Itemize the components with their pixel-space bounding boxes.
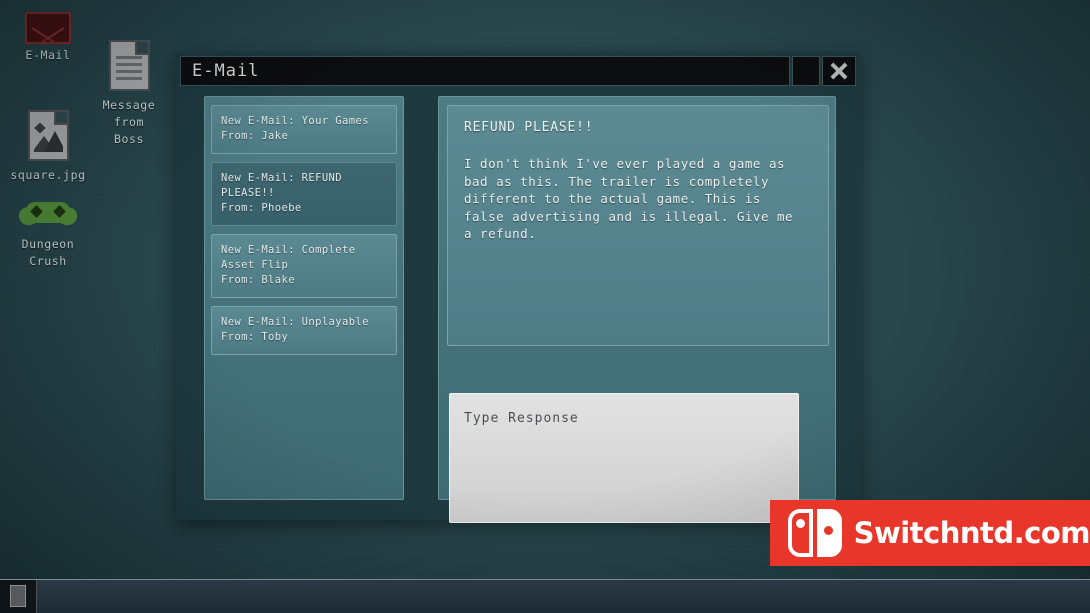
- nintendo-switch-logo-icon: [788, 509, 842, 557]
- window-title-field: E-Mail: [180, 56, 790, 86]
- mail-reader-panel: REFUND PLEASE!! I don't think I've ever …: [438, 96, 836, 523]
- mail-sender: From: Blake: [221, 274, 295, 286]
- mail-sender: From: Toby: [221, 331, 289, 343]
- response-placeholder: Type Response: [464, 411, 579, 426]
- list-item[interactable]: New E-Mail: REFUND PLEASE!! From: Phoebe: [211, 162, 397, 226]
- mail-reader-body: I don't think I've ever played a game as…: [464, 156, 802, 241]
- mail-list-panel: New E-Mail: Your Games From: Jake New E-…: [204, 96, 404, 500]
- mail-reader-subject: REFUND PLEASE!!: [464, 120, 594, 135]
- watermark-banner: Switchntd.com: [770, 500, 1090, 566]
- start-button[interactable]: [0, 580, 37, 613]
- mail-subject: New E-Mail: Unplayable: [221, 316, 369, 328]
- desktop-icon-dungeon-crush[interactable]: Dungeon Crush: [0, 198, 96, 270]
- watermark-text: Switchntd.com: [853, 516, 1090, 550]
- mail-reader-content: REFUND PLEASE!! I don't think I've ever …: [447, 105, 829, 346]
- window-titlebar[interactable]: E-Mail: [180, 56, 856, 86]
- taskbar: [0, 579, 1090, 613]
- close-icon[interactable]: [822, 56, 856, 86]
- start-icon: [10, 585, 26, 607]
- gamepad-icon: [17, 198, 79, 228]
- image-file-icon: [29, 112, 67, 159]
- mail-sender: From: Phoebe: [221, 202, 302, 214]
- list-item[interactable]: New E-Mail: Your Games From: Jake: [211, 105, 397, 154]
- window-title: E-Mail: [192, 61, 260, 81]
- mail-sender: From: Jake: [221, 130, 289, 142]
- mail-subject: New E-Mail: REFUND PLEASE!!: [221, 172, 342, 199]
- list-item[interactable]: New E-Mail: Complete Asset Flip From: Bl…: [211, 234, 397, 298]
- desktop-icon-label: square.jpg: [10, 168, 86, 182]
- mail-subject: New E-Mail: Complete Asset Flip: [221, 244, 356, 271]
- response-textarea[interactable]: Type Response: [449, 393, 799, 523]
- window-spacer-button[interactable]: [792, 56, 820, 86]
- document-icon: [110, 42, 148, 89]
- envelope-icon: [25, 12, 71, 44]
- desktop-icon-label-line-1: Dungeon: [21, 237, 75, 251]
- mail-subject: New E-Mail: Your Games: [221, 115, 369, 127]
- desktop-icon-square-jpg[interactable]: square.jpg: [0, 112, 96, 184]
- desktop-icon-label-line-2: Crush: [29, 254, 67, 268]
- list-item[interactable]: New E-Mail: Unplayable From: Toby: [211, 306, 397, 355]
- email-window: E-Mail New E-Mail: Your Games From: Jake…: [176, 52, 860, 523]
- desktop-icon-label: E-Mail: [25, 48, 71, 62]
